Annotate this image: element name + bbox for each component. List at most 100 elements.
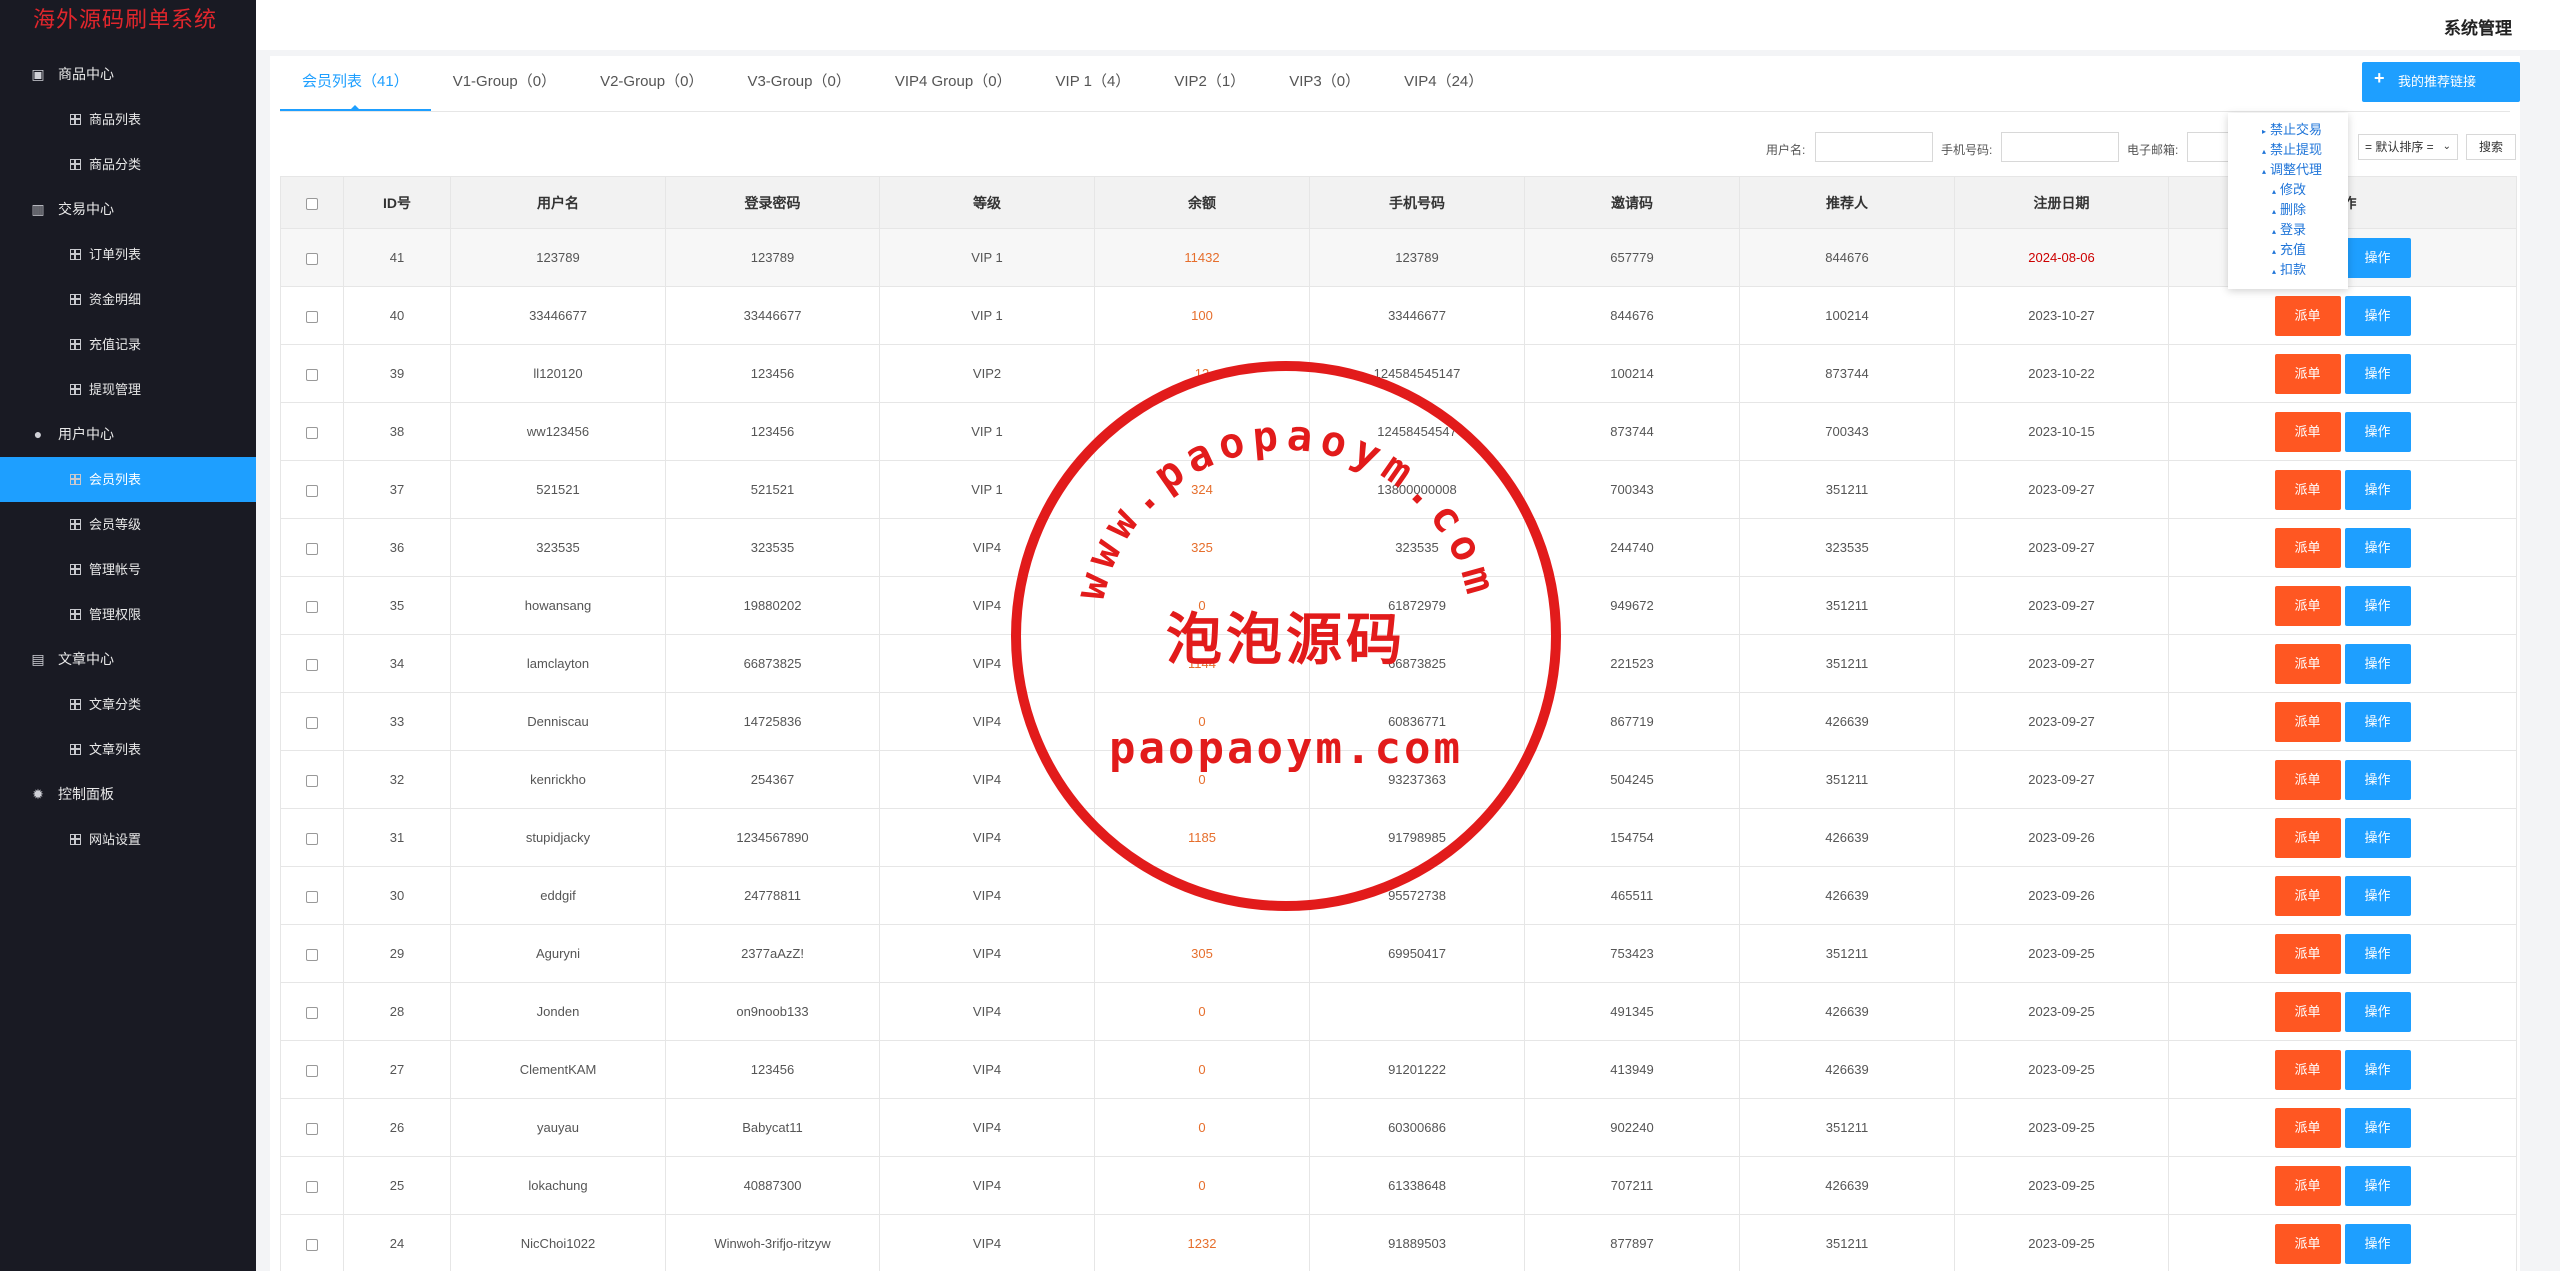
tab-1[interactable]: V1-Group（0） [431,56,578,111]
tab-8[interactable]: VIP4（24） [1382,56,1505,111]
recommend-link-button[interactable]: + 我的推荐链接 [2362,62,2520,102]
row-checkbox[interactable] [306,426,318,439]
tab-7[interactable]: VIP3（0） [1267,56,1382,111]
cell-password: 123456 [665,344,880,403]
dispatch-button[interactable]: 派单 [2274,643,2341,684]
dispatch-button[interactable]: 派单 [2274,875,2341,916]
table-row: 33 Denniscau 14725836 VIP4 0 60836771 867719 42… [280,692,2517,751]
operate-button[interactable]: 操作 [2344,759,2411,800]
sidebar-group-3[interactable]: ▤ 文章中心 [0,637,256,682]
sidebar-item-1-1[interactable]: 资金明细 [0,277,256,322]
operate-button[interactable]: 操作 [2344,469,2411,510]
operate-button[interactable]: 操作 [2344,991,2411,1032]
tab-5[interactable]: VIP 1（4） [1034,56,1153,111]
operate-button[interactable]: 操作 [2344,1223,2411,1264]
dispatch-button[interactable]: 派单 [2274,991,2341,1032]
sidebar-item-2-2[interactable]: 管理帐号 [0,547,256,592]
select-all-checkbox[interactable] [306,197,318,210]
sidebar-item-0-0[interactable]: 商品列表 [0,97,256,142]
dropdown-item-3[interactable]: ▴ 修改 [2272,179,2306,198]
tab-2[interactable]: V2-Group（0） [578,56,725,111]
sidebar-item-0-1[interactable]: 商品分类 [0,142,256,187]
sidebar-item-2-1[interactable]: 会员等级 [0,502,256,547]
row-checkbox[interactable] [306,252,318,265]
operate-button[interactable]: 操作 [2344,411,2411,452]
dropdown-item-5[interactable]: ▴ 登录 [2272,219,2306,238]
operate-button[interactable]: 操作 [2344,353,2411,394]
tab-6[interactable]: VIP2（1） [1152,56,1267,111]
dispatch-button[interactable]: 派单 [2274,817,2341,858]
tab-4[interactable]: VIP4 Group（0） [873,56,1034,111]
dropdown-item-4[interactable]: ▴ 删除 [2272,199,2306,218]
operate-button[interactable]: 操作 [2344,1165,2411,1206]
tab-0[interactable]: 会员列表（41） [280,56,431,111]
dispatch-button[interactable]: 派单 [2274,701,2341,742]
operate-button[interactable]: 操作 [2344,933,2411,974]
row-checkbox[interactable] [306,1122,318,1135]
operate-button[interactable]: 操作 [2344,1049,2411,1090]
operate-button[interactable]: 操作 [2344,237,2411,278]
sidebar-group-1[interactable]: ▥ 交易中心 [0,187,256,232]
sidebar-nav: ▣ 商品中心 商品列表 商品分类 ▥ 交易中心 订单列表 资金明细 充值记录 提现管理 ● 用户中心会… [0,52,256,862]
row-checkbox[interactable] [306,1238,318,1251]
dispatch-button[interactable]: 派单 [2274,469,2341,510]
sidebar-item-1-0[interactable]: 订单列表 [0,232,256,277]
dropdown-item-2[interactable]: ▴ 调整代理 [2262,159,2322,178]
dropdown-item-6[interactable]: ▴ 充值 [2272,239,2306,258]
row-checkbox[interactable] [306,310,318,323]
operate-button[interactable]: 操作 [2344,875,2411,916]
operate-button[interactable]: 操作 [2344,701,2411,742]
dispatch-button[interactable]: 派单 [2274,295,2341,336]
sidebar-item-3-1[interactable]: 文章列表 [0,727,256,772]
table-row: 31 stupidjacky 1234567890 VIP4 1185 91798985 1… [280,808,2517,867]
dispatch-button[interactable]: 派单 [2274,933,2341,974]
row-checkbox[interactable] [306,832,318,845]
username-input[interactable] [1815,132,1933,162]
row-checkbox[interactable] [306,716,318,729]
operate-button[interactable]: 操作 [2344,1107,2411,1148]
dispatch-button[interactable]: 派单 [2274,411,2341,452]
sidebar-item-2-3[interactable]: 管理权限 [0,592,256,637]
operate-button[interactable]: 操作 [2344,527,2411,568]
phone-input[interactable] [2001,132,2119,162]
dispatch-button[interactable]: 派单 [2274,1165,2341,1206]
system-menu[interactable]: 系统管理 [2444,14,2512,39]
sidebar-item-2-0[interactable]: 会员列表 [0,457,256,502]
operate-button[interactable]: 操作 [2344,585,2411,626]
dropdown-item-0[interactable]: ▸ 禁止交易 [2262,119,2322,138]
sidebar-group-0[interactable]: ▣ 商品中心 [0,52,256,97]
sidebar-item-1-2[interactable]: 充值记录 [0,322,256,367]
row-checkbox[interactable] [306,1006,318,1019]
row-checkbox[interactable] [306,1180,318,1193]
dispatch-button[interactable]: 派单 [2274,585,2341,626]
search-button[interactable]: 搜索 [2466,134,2516,160]
dropdown-item-7[interactable]: ▴ 扣款 [2272,259,2306,278]
row-checkbox[interactable] [306,948,318,961]
dropdown-item-1[interactable]: ▴ 禁止提现 [2262,139,2322,158]
sidebar-group-4[interactable]: ✹ 控制面板 [0,772,256,817]
dispatch-button[interactable]: 派单 [2274,1107,2341,1148]
row-checkbox[interactable] [306,484,318,497]
row-checkbox[interactable] [306,542,318,555]
dispatch-button[interactable]: 派单 [2274,759,2341,800]
row-checkbox[interactable] [306,890,318,903]
sidebar-item-1-3[interactable]: 提现管理 [0,367,256,412]
row-checkbox[interactable] [306,658,318,671]
sidebar-group-2[interactable]: ● 用户中心 [0,412,256,457]
row-checkbox[interactable] [306,1064,318,1077]
sidebar-item-3-0[interactable]: 文章分类 [0,682,256,727]
sidebar-item-4-0[interactable]: 网站设置 [0,817,256,862]
dispatch-button[interactable]: 派单 [2274,1223,2341,1264]
operate-button[interactable]: 操作 [2344,817,2411,858]
dispatch-button[interactable]: 派单 [2274,353,2341,394]
row-checkbox[interactable] [306,600,318,613]
operate-button[interactable]: 操作 [2344,295,2411,336]
row-checkbox[interactable] [306,368,318,381]
dispatch-button[interactable]: 派单 [2274,527,2341,568]
row-checkbox[interactable] [306,774,318,787]
username-label: 用户名: [1766,143,1806,157]
sort-select[interactable]: = 默认排序 = ⌄ [2358,134,2458,160]
tab-3[interactable]: V3-Group（0） [725,56,872,111]
operate-button[interactable]: 操作 [2344,643,2411,684]
dispatch-button[interactable]: 派单 [2274,1049,2341,1090]
